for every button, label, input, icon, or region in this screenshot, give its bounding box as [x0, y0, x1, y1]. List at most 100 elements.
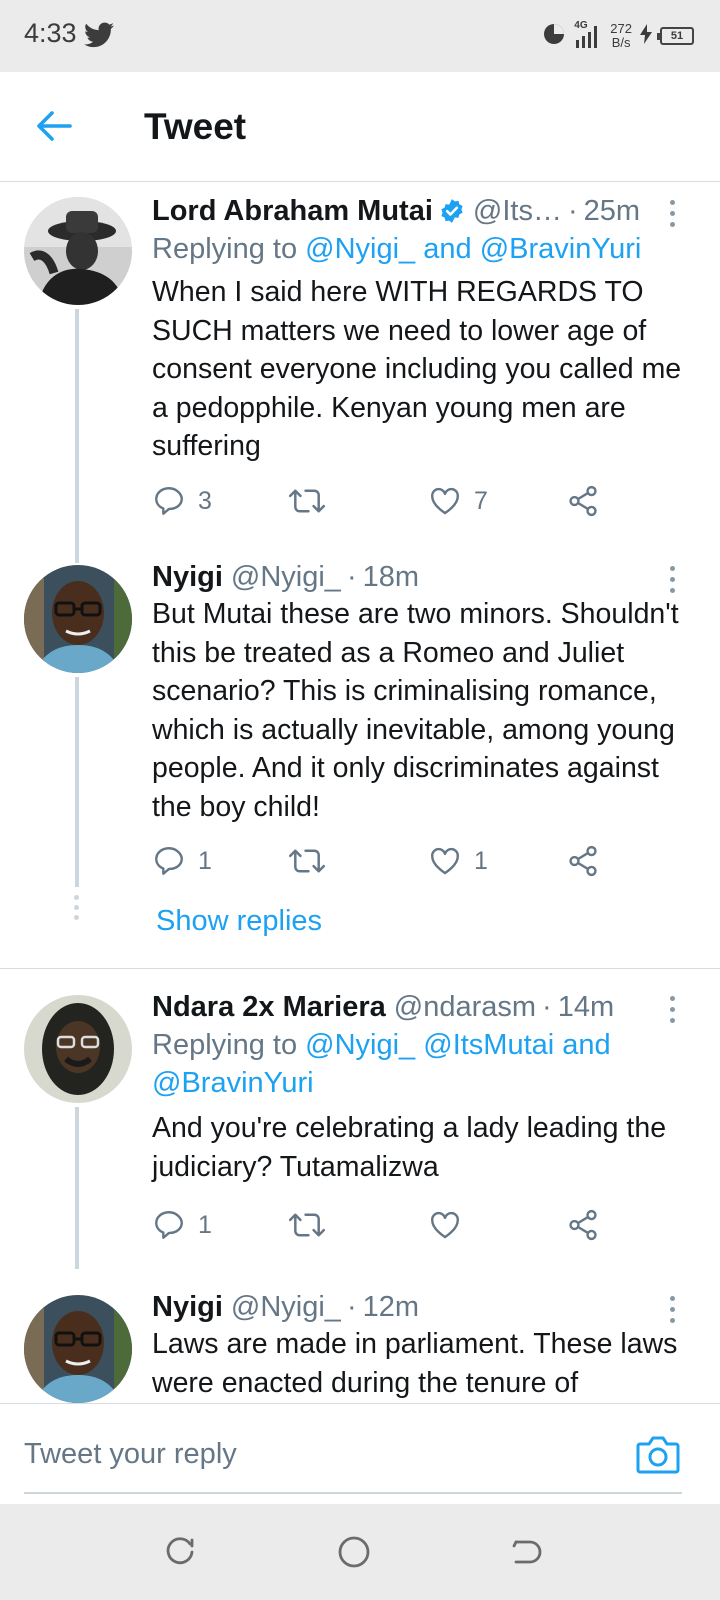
share-icon	[569, 845, 597, 877]
tweet-header: Nyigi @Nyigi_ · 18m	[152, 557, 700, 597]
retweet-icon	[288, 849, 326, 873]
share-button[interactable]	[566, 1205, 600, 1245]
like-icon	[431, 847, 459, 875]
like-icon	[431, 487, 459, 515]
tweet-header: Nyigi @Nyigi_ · 12m	[152, 1287, 700, 1327]
tweet-timestamp[interactable]: 14m	[558, 991, 614, 1024]
conjunction: and	[562, 1029, 611, 1061]
share-icon	[569, 1209, 597, 1241]
camera-icon	[636, 1436, 680, 1474]
status-bar: 4:33 4G 272 B/s 51	[0, 0, 720, 72]
reply-count: 1	[198, 846, 212, 875]
reply-icon	[155, 487, 183, 515]
more-options-button[interactable]	[662, 1293, 682, 1327]
replying-to: Replying to @Nyigi_ @ItsMutai and @Bravi…	[152, 1026, 690, 1102]
retweet-button[interactable]	[288, 1205, 338, 1245]
top-app-bar: Tweet	[0, 72, 720, 182]
mention-link[interactable]: @Nyigi_	[305, 1029, 415, 1061]
like-button[interactable]: 7	[428, 481, 488, 521]
reply-composer	[0, 1403, 720, 1503]
charging-icon	[640, 23, 652, 49]
back-nav-button[interactable]	[508, 1534, 544, 1570]
reply-button[interactable]: 1	[152, 1205, 212, 1245]
page-title: Tweet	[144, 106, 247, 147]
signal-icon: 4G	[574, 20, 602, 50]
back-arrow-icon	[37, 111, 72, 141]
network-speed-value: 272	[610, 21, 632, 36]
retweet-icon	[288, 489, 326, 513]
display-name[interactable]: Nyigi	[152, 1291, 223, 1324]
more-options-button[interactable]	[662, 197, 682, 231]
add-photo-button[interactable]	[636, 1434, 680, 1474]
retweet-icon	[288, 1213, 326, 1237]
tweet[interactable]: Nyigi @Nyigi_ · 18m But Mutai these are …	[0, 561, 720, 968]
tweet-actions: 1 1	[152, 841, 632, 881]
reply-input[interactable]	[24, 1424, 604, 1484]
user-handle[interactable]: @Its…	[473, 195, 562, 228]
display-name[interactable]: Ndara 2x Mariera	[152, 991, 386, 1024]
tweet-text: But Mutai these are two minors. Shouldn'…	[152, 598, 679, 823]
tweet-actions: 3 7	[152, 481, 632, 521]
user-handle[interactable]: @Nyigi_	[231, 1291, 341, 1324]
tweet-text: And you're celebrating a lady leading th…	[152, 1112, 667, 1183]
show-replies-link[interactable]: Show replies	[156, 905, 322, 938]
battery-icon: 51	[657, 27, 694, 45]
user-handle[interactable]: @Nyigi_	[231, 561, 341, 594]
avatar[interactable]	[24, 995, 132, 1103]
like-button[interactable]: 1	[428, 841, 488, 881]
more-options-button[interactable]	[662, 993, 682, 1027]
tweet-timestamp[interactable]: 12m	[363, 1291, 419, 1324]
conversation-thread[interactable]: Lord Abraham Mutai @Its… · 25m Replying …	[0, 183, 720, 1403]
more-options-button[interactable]	[662, 563, 682, 597]
thread-line	[75, 309, 79, 563]
home-icon	[338, 1536, 370, 1568]
network-speed: 272 B/s	[610, 22, 632, 50]
reply-icon	[155, 847, 183, 875]
recents-icon	[166, 1537, 194, 1565]
home-button[interactable]	[336, 1534, 372, 1570]
like-count: 1	[474, 846, 488, 875]
share-icon	[569, 485, 597, 517]
like-count: 7	[474, 486, 488, 515]
mention-link[interactable]: @Nyigi_	[305, 233, 415, 265]
replying-prefix: Replying to	[152, 1029, 298, 1061]
avatar[interactable]	[24, 565, 132, 673]
tweet-timestamp[interactable]: 18m	[363, 561, 419, 594]
back-nav-icon	[512, 1540, 542, 1564]
reply-count: 1	[198, 1210, 212, 1239]
display-name[interactable]: Nyigi	[152, 561, 223, 594]
tweet-actions: 1	[152, 1205, 632, 1245]
replying-to: Replying to @Nyigi_ and @BravinYuri	[152, 230, 690, 268]
avatar[interactable]	[24, 197, 132, 305]
conjunction: and	[423, 233, 472, 265]
retweet-button[interactable]	[288, 841, 338, 881]
user-handle[interactable]: @ndarasm	[394, 991, 536, 1024]
share-button[interactable]	[566, 481, 600, 521]
verified-badge-icon	[441, 199, 463, 223]
status-indicators: 4G 272 B/s 51	[542, 16, 694, 56]
retweet-button[interactable]	[288, 481, 338, 521]
share-button[interactable]	[566, 841, 600, 881]
back-button[interactable]	[34, 106, 78, 146]
separator-dot: ·	[346, 560, 357, 593]
tweet-timestamp[interactable]: 25m	[584, 195, 640, 228]
like-icon	[431, 1211, 459, 1239]
thread-line	[75, 1107, 79, 1269]
like-button[interactable]	[428, 1205, 474, 1245]
tweet[interactable]: Nyigi @Nyigi_ · 12m Laws are made in par…	[0, 1269, 720, 1403]
tweet-text: Laws are made in parliament. These laws …	[152, 1328, 678, 1399]
twitter-bird-icon	[84, 22, 114, 53]
tweet[interactable]: Lord Abraham Mutai @Its… · 25m Replying …	[0, 183, 720, 563]
mention-link[interactable]: @BravinYuri	[480, 233, 642, 265]
display-name[interactable]: Lord Abraham Mutai	[152, 195, 433, 228]
mention-link[interactable]: @BravinYuri	[152, 1067, 314, 1099]
separator-dot: ·	[542, 990, 552, 1023]
tweet-header: Ndara 2x Mariera @ndarasm · 14m	[152, 987, 700, 1027]
avatar[interactable]	[24, 1295, 132, 1403]
recents-button[interactable]	[162, 1534, 198, 1570]
data-saver-icon	[542, 22, 566, 51]
reply-button[interactable]: 1	[152, 841, 212, 881]
mention-link[interactable]: @ItsMutai	[423, 1029, 554, 1061]
tweet[interactable]: Ndara 2x Mariera @ndarasm · 14m Replying…	[0, 969, 720, 1269]
reply-button[interactable]: 3	[152, 481, 212, 521]
